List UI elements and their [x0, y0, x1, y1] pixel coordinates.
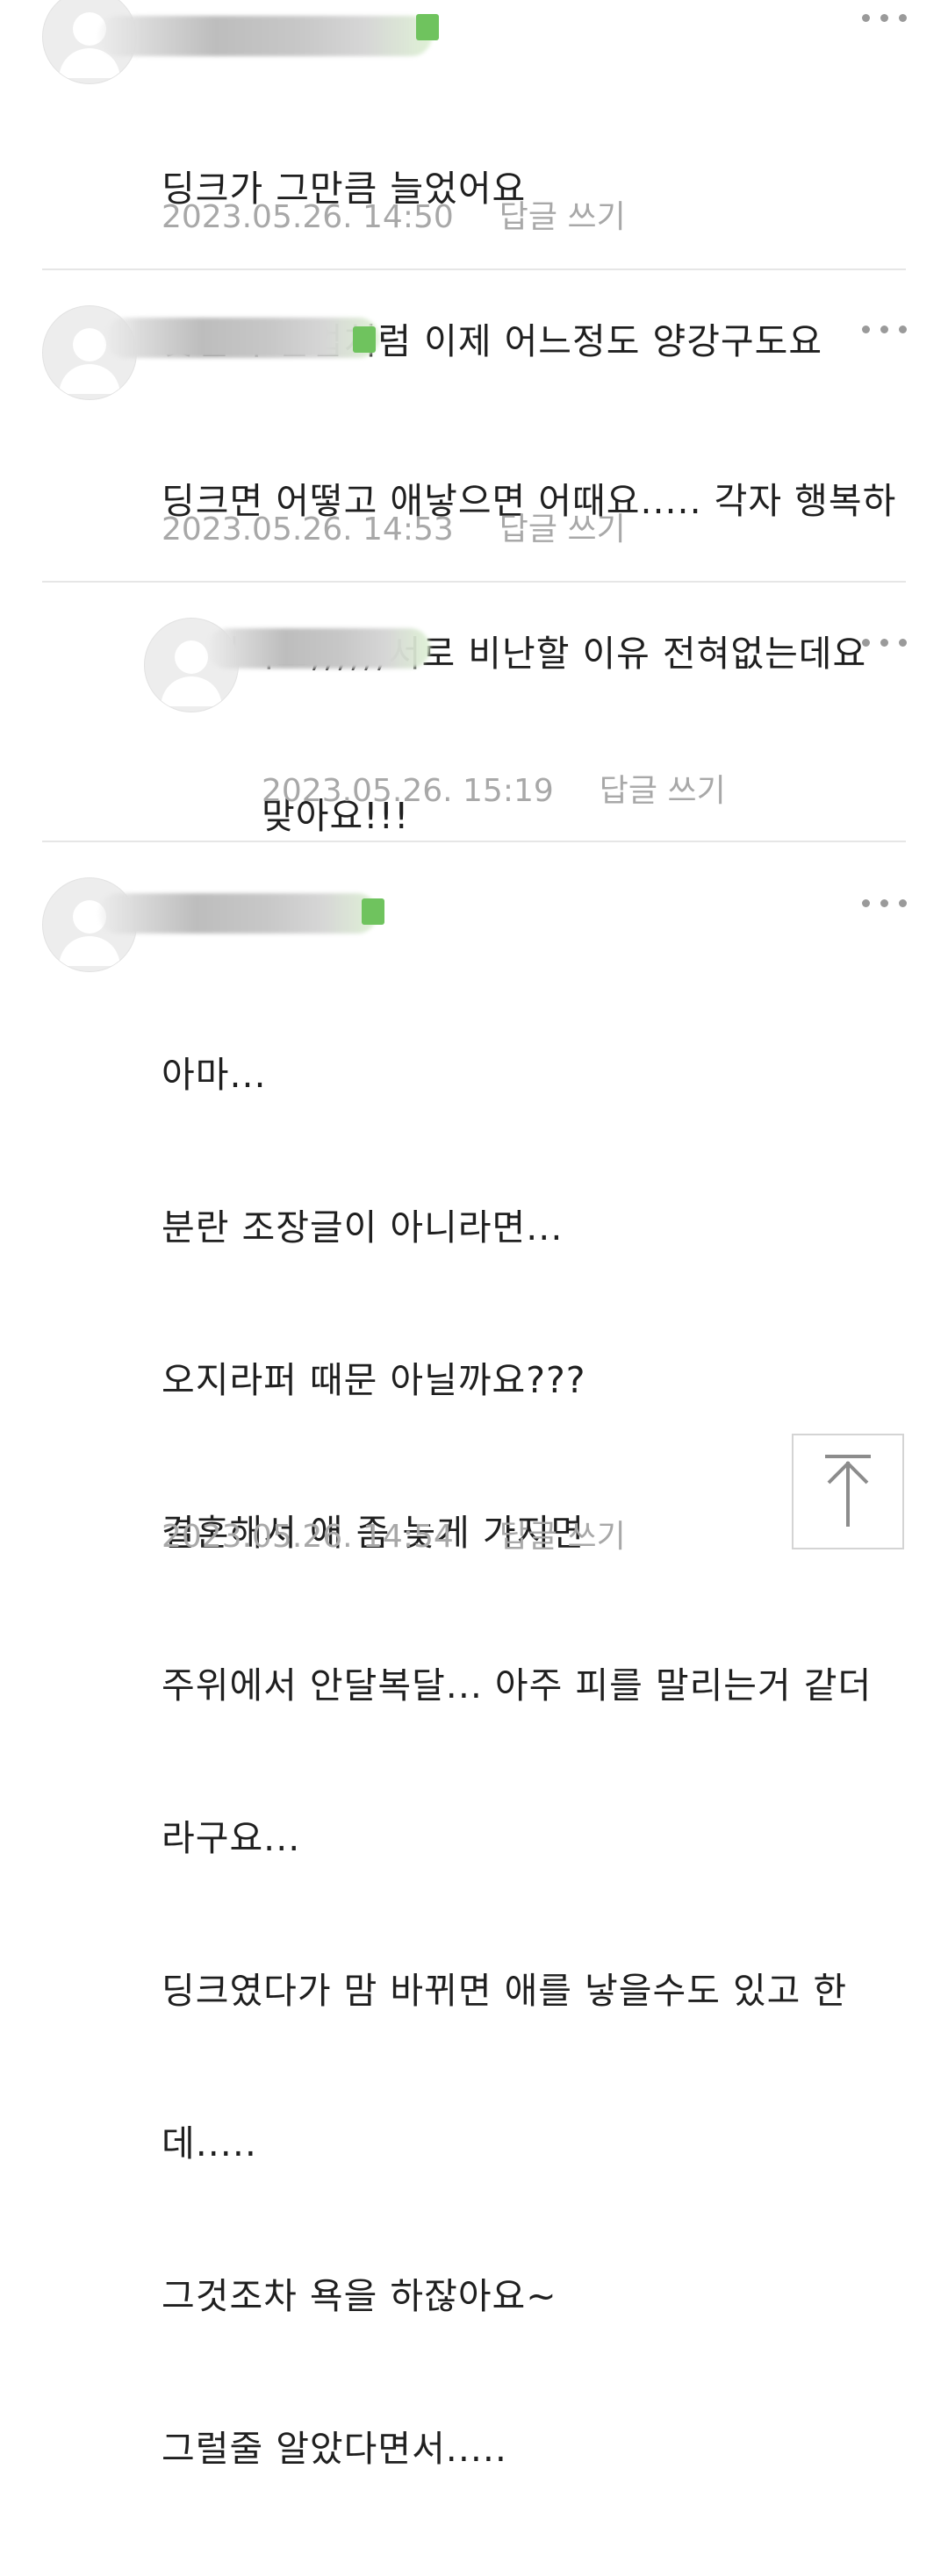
green-member-badge-icon — [353, 326, 376, 353]
author-name-blurred — [98, 16, 432, 56]
comment-line: 아마... — [162, 1054, 267, 1096]
comment-line: 오지라퍼 때문 아닐까요??? — [162, 1359, 586, 1401]
more-dots-icon[interactable] — [862, 897, 908, 909]
reply-link[interactable]: 답글 쓰기 — [499, 191, 626, 237]
comment-meta: 2023.05.26. 14:54 답글 쓰기 — [162, 1511, 626, 1556]
green-member-badge-icon — [416, 14, 439, 40]
arrow-up-to-top-icon — [825, 1455, 871, 1527]
comment-line: 주위에서 안달복달... 아주 피를 말리는거 같더 — [162, 1664, 873, 1707]
comment-line: 라구요... — [162, 1817, 301, 1859]
comment-divider — [42, 841, 906, 842]
green-member-badge-icon — [362, 898, 384, 925]
more-dots-icon[interactable] — [862, 323, 908, 335]
reply-link[interactable]: 답글 쓰기 — [499, 504, 626, 549]
comment-date: 2023.05.26. 14:50 — [162, 199, 454, 235]
comment-date: 2023.05.26. 15:19 — [262, 773, 554, 809]
comment-text: 아마... 분란 조장글이 아니라면... 오지라퍼 때문 아닐까요??? 결혼… — [162, 948, 872, 2576]
comment-line: 분란 조장글이 아니라면... — [162, 1206, 564, 1249]
scroll-top-button[interactable] — [792, 1434, 904, 1549]
comment-meta: 2023.05.26. 15:19 답글 쓰기 — [262, 765, 726, 811]
comment-date: 2023.05.26. 14:53 — [162, 512, 454, 547]
more-dots-icon[interactable] — [862, 636, 908, 648]
author-name-blurred — [98, 893, 377, 934]
comment-line: 데..... — [162, 2122, 257, 2165]
comment-line: 딩크였다가 맘 바뀌면 애를 낳을수도 있고 한 — [162, 1970, 848, 2012]
more-dots-icon[interactable] — [862, 11, 908, 24]
author-name-blurred — [105, 318, 379, 358]
comment-line: 그럴줄 알았다면서..... — [162, 2428, 507, 2470]
comment-meta: 2023.05.26. 14:50 답글 쓰기 — [162, 191, 626, 237]
author-name-blurred — [207, 628, 430, 669]
comment-date: 2023.05.26. 14:54 — [162, 1519, 454, 1555]
comment-divider — [42, 581, 906, 583]
comment-line: 그것조차 욕을 하잖아요~ — [162, 2275, 557, 2317]
reply-link[interactable]: 답글 쓰기 — [600, 765, 726, 811]
reply-link[interactable]: 답글 쓰기 — [499, 1511, 626, 1556]
comment-meta: 2023.05.26. 14:53 답글 쓰기 — [162, 504, 626, 549]
comment-divider — [42, 268, 906, 270]
